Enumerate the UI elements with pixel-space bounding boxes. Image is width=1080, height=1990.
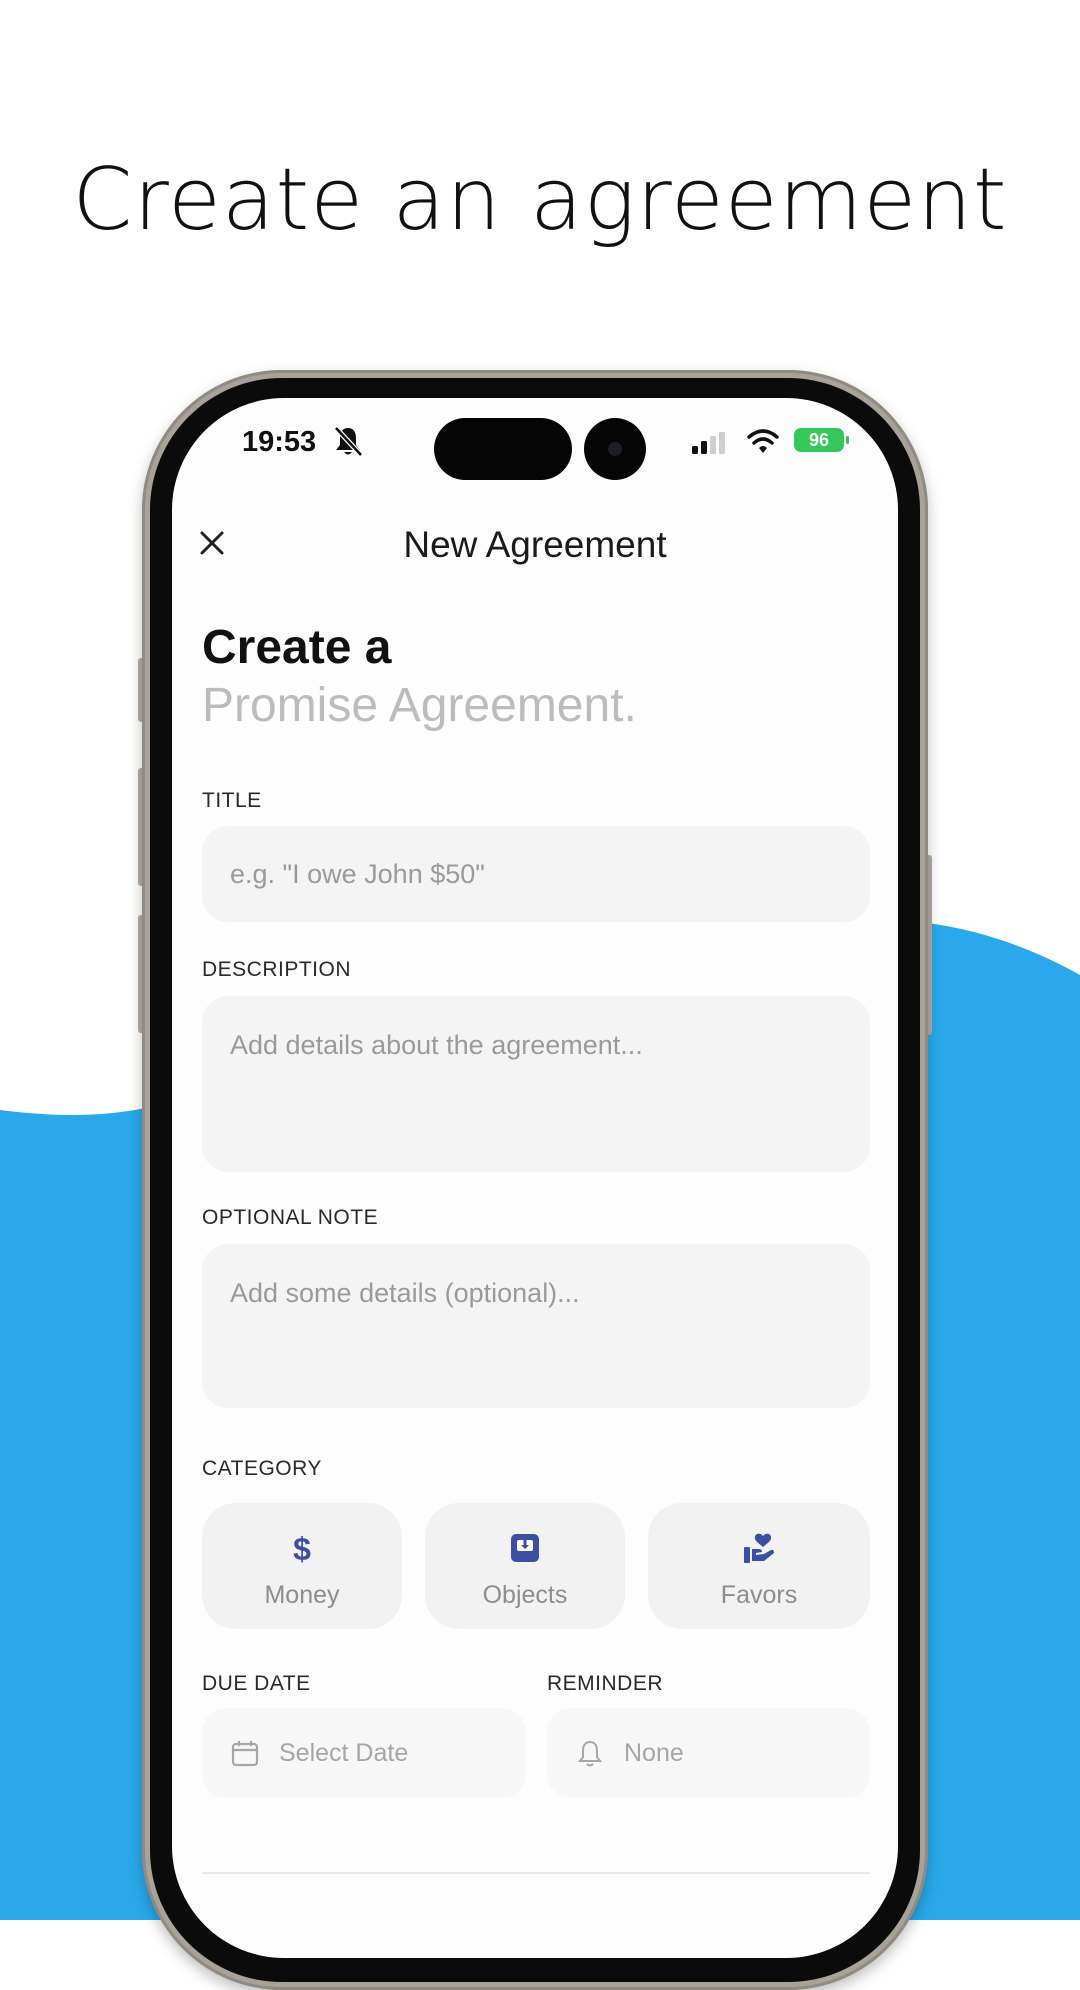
category-label: CATEGORY (202, 1457, 322, 1480)
title-label: TITLE (202, 789, 262, 812)
dynamic-island (434, 418, 572, 480)
due-date-value: Select Date (279, 1739, 409, 1767)
category-favors[interactable]: Favors (648, 1503, 870, 1629)
dollar-icon: $ (293, 1531, 311, 1565)
reminder-picker[interactable]: None (547, 1708, 870, 1798)
svg-text:$: $ (293, 1531, 311, 1565)
signal-icon (692, 432, 725, 454)
front-camera (584, 418, 646, 480)
hero-title: Create a (202, 621, 392, 674)
heart-hand-icon (744, 1533, 774, 1563)
category-money-label: Money (264, 1581, 340, 1609)
reminder-value: None (624, 1739, 684, 1767)
battery-indicator: 96 (794, 428, 849, 452)
category-favors-label: Favors (720, 1581, 798, 1609)
category-money[interactable]: $ Money (202, 1503, 402, 1629)
reminder-label: REMINDER (547, 1672, 664, 1695)
title-input[interactable]: e.g. "I owe John $50" (202, 826, 870, 922)
optional-note-input[interactable]: Add some details (optional)... (202, 1244, 870, 1408)
page-headline: Create an agreement (72, 150, 1008, 250)
optional-note-label: OPTIONAL NOTE (202, 1206, 379, 1229)
description-input[interactable]: Add details about the agreement... (202, 996, 870, 1172)
status-time: 19:53 (242, 426, 317, 458)
wifi-icon (747, 429, 779, 453)
due-date-label: DUE DATE (202, 1672, 311, 1695)
bell-slash-icon (334, 426, 363, 457)
box-icon (511, 1534, 539, 1562)
category-objects[interactable]: Objects (425, 1503, 625, 1629)
section-divider (202, 1872, 870, 1874)
nav-title: New Agreement (403, 524, 667, 565)
calendar-icon (231, 1741, 259, 1767)
phone-screen: 19:53 96 New Agreement Create a Promise … (172, 398, 898, 1958)
description-label: DESCRIPTION (202, 958, 352, 981)
hero-subtitle: Promise Agreement. (202, 679, 637, 732)
bell-icon (578, 1740, 602, 1767)
category-objects-label: Objects (482, 1581, 568, 1609)
due-date-picker[interactable]: Select Date (202, 1708, 526, 1798)
